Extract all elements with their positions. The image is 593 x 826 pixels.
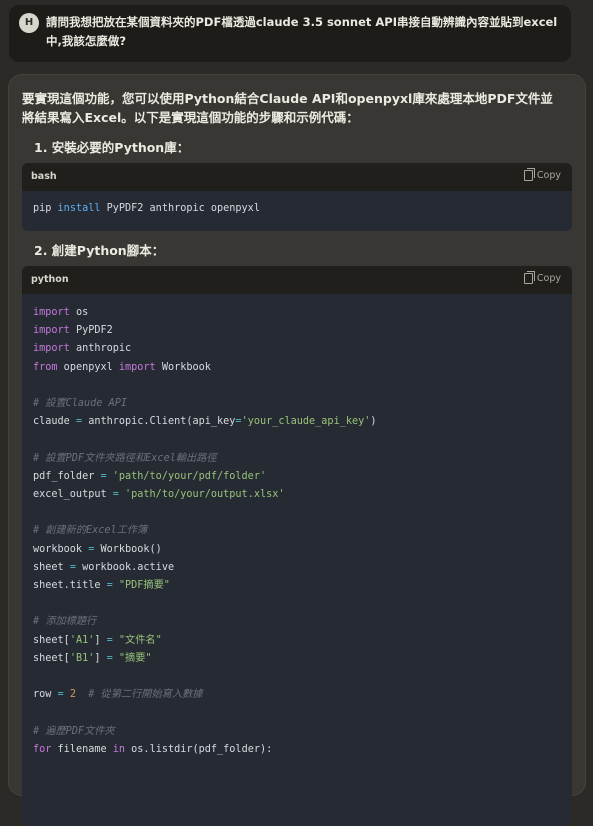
python-code-block: python Copy import os import PyPDF2 impo…	[22, 266, 572, 826]
step-1-heading: 1. 安裝必要的Python庫：	[34, 140, 190, 155]
user-message: H 請問我想把放在某個資料夾的PDF檔透過claude 3.5 sonnet A…	[9, 5, 571, 62]
bash-code-block: bash Copy pip install PyPDF2 anthropic o…	[22, 163, 572, 231]
copy-button[interactable]: Copy	[523, 271, 561, 284]
copy-button[interactable]: Copy	[523, 168, 561, 181]
code-block-header: bash Copy	[22, 163, 572, 191]
bash-code: pip install PyPDF2 anthropic openpyxl	[33, 203, 260, 214]
copy-label: Copy	[536, 170, 561, 181]
python-code: import os import PyPDF2 import anthropic…	[33, 307, 377, 755]
copy-label: Copy	[536, 273, 561, 284]
assistant-intro: 要實現這個功能，您可以使用Python結合Claude API和openpyxl…	[22, 91, 553, 125]
user-avatar: H	[19, 13, 39, 33]
code-language-label: bash	[31, 171, 57, 182]
copy-icon	[523, 271, 535, 284]
assistant-message: 要實現這個功能，您可以使用Python結合Claude API和openpyxl…	[8, 74, 586, 826]
copy-icon	[523, 168, 535, 181]
user-message-text: 請問我想把放在某個資料夾的PDF檔透過claude 3.5 sonnet API…	[46, 15, 558, 48]
code-block-header: python Copy	[22, 266, 572, 294]
step-2-heading: 2. 創建Python腳本：	[34, 243, 165, 258]
code-language-label: python	[31, 274, 69, 285]
